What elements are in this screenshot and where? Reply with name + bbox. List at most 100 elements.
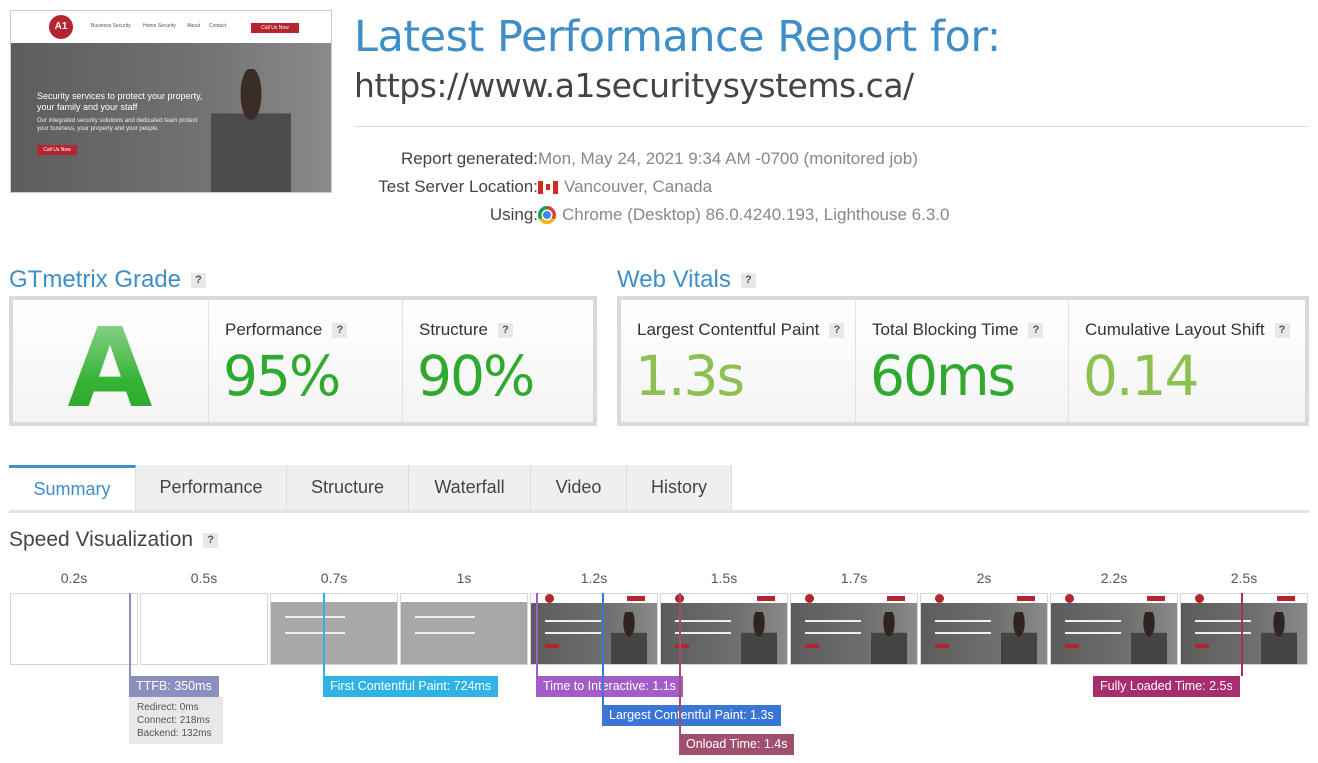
frame-cta <box>887 596 905 601</box>
filmstrip-frame[interactable] <box>530 593 658 665</box>
structure-label: Structure <box>419 320 488 339</box>
frame-text <box>285 616 345 634</box>
frame-nav <box>401 594 527 602</box>
help-icon[interactable]: ? <box>740 272 756 288</box>
tbt-value: 60ms <box>870 344 1016 408</box>
grade-letter: A <box>13 304 207 432</box>
test-location-label: Test Server Location: <box>378 177 538 196</box>
help-icon[interactable]: ? <box>1274 322 1290 338</box>
tbt-label-wrap: Total Blocking Time ? <box>872 320 1044 340</box>
lcp-cell: Largest Contentful Paint ? 1.3s <box>621 300 856 422</box>
help-icon[interactable]: ? <box>191 272 207 288</box>
frame-logo <box>805 594 814 603</box>
tab-performance[interactable]: Performance <box>136 465 287 510</box>
frame-cta <box>1147 596 1165 601</box>
grade-cell: A <box>13 300 209 432</box>
frame-text <box>545 620 601 634</box>
lcp-marker-label: Largest Contentful Paint: 1.3s <box>602 705 781 726</box>
tab-history[interactable]: History <box>627 465 732 510</box>
timeline-tick-label: 2.5s <box>1230 570 1258 586</box>
frame-button <box>675 644 689 648</box>
timeline-tick-label: 2s <box>976 570 992 586</box>
thumbnail-headline: Security services to protect your proper… <box>37 91 203 112</box>
cls-value: 0.14 <box>1083 344 1199 408</box>
tab-summary[interactable]: Summary <box>9 465 136 510</box>
frame-person <box>1131 612 1167 664</box>
fully-loaded-marker-label: Fully Loaded Time: 2.5s <box>1093 676 1240 697</box>
tab-waterfall[interactable]: Waterfall <box>409 465 531 510</box>
report-generated-label: Report generated: <box>400 149 538 168</box>
thumbnail-nav-item: About <box>187 23 201 29</box>
test-location-value-wrap: Vancouver, Canada <box>538 177 712 197</box>
frame-person <box>741 612 777 664</box>
help-icon[interactable]: ? <box>203 532 219 548</box>
frame-text <box>805 620 861 634</box>
filmstrip-frame[interactable] <box>10 593 138 665</box>
tab-structure[interactable]: Structure <box>287 465 409 510</box>
tbt-label: Total Blocking Time <box>872 320 1019 339</box>
performance-score: 95% <box>223 344 341 408</box>
filmstrip-frame[interactable] <box>140 593 268 665</box>
frame-text <box>415 616 475 634</box>
web-vitals-title: Web Vitals <box>617 266 731 293</box>
filmstrip-frame[interactable] <box>1180 593 1308 665</box>
gtmetrix-grade-title: GTmetrix Grade <box>9 266 182 293</box>
structure-label-wrap: Structure ? <box>419 320 513 340</box>
frame-button <box>1065 644 1079 648</box>
gtmetrix-grade-panel: A Performance ? 95% Structure ? 90% <box>9 296 597 432</box>
test-location-value: Vancouver, Canada <box>564 177 713 196</box>
thumbnail-button: Call Us Now <box>37 145 77 155</box>
onload-marker-label: Onload Time: 1.4s <box>679 734 795 755</box>
speed-visualization-heading: Speed Visualization ? <box>9 528 219 552</box>
filmstrip-frame[interactable] <box>270 593 398 665</box>
frame-logo <box>545 594 554 603</box>
timeline-tick-label: 0.7s <box>320 570 348 586</box>
lcp-marker-line <box>602 593 604 705</box>
filmstrip-frame[interactable] <box>920 593 1048 665</box>
using-value: Chrome (Desktop) 86.0.4240.193, Lighthou… <box>562 205 950 224</box>
cls-label-wrap: Cumulative Layout Shift ? <box>1085 320 1290 340</box>
structure-cell: Structure ? 90% <box>403 300 593 422</box>
timeline-tick-label: 1s <box>456 570 472 586</box>
fully-loaded-marker-line <box>1241 593 1243 676</box>
cls-cell: Cumulative Layout Shift ? 0.14 <box>1069 300 1305 422</box>
frame-person <box>1261 612 1297 664</box>
tti-marker-label: Time to Interactive: 1.1s <box>536 676 683 697</box>
test-location-row: Test Server Location: <box>354 177 538 199</box>
lcp-label-wrap: Largest Contentful Paint ? <box>637 320 845 340</box>
report-generated-row: Report generated: <box>354 149 538 171</box>
frame-cta <box>627 596 645 601</box>
filmstrip-frame[interactable] <box>1050 593 1178 665</box>
ttfb-marker-label: TTFB: 350ms <box>129 676 219 697</box>
help-icon[interactable]: ? <box>829 322 845 338</box>
tab-video[interactable]: Video <box>531 465 627 510</box>
thumbnail-subtext: Our integrated security solutions and de… <box>37 118 198 132</box>
structure-score: 90% <box>417 344 535 408</box>
frame-logo <box>935 594 944 603</box>
using-value-wrap: Chrome (Desktop) 86.0.4240.193, Lighthou… <box>538 205 949 225</box>
using-label: Using: <box>489 205 538 224</box>
thumbnail-cta: Call Us Now <box>251 23 299 33</box>
tti-marker-line <box>536 593 538 676</box>
frame-button <box>935 644 949 648</box>
help-icon[interactable]: ? <box>332 322 348 338</box>
help-icon[interactable]: ? <box>497 322 513 338</box>
timeline-tick-label: 2.2s <box>1100 570 1128 586</box>
frame-text <box>1065 620 1121 634</box>
ttfb-breakdown: Redirect: 0ms Connect: 218ms Backend: 13… <box>129 697 223 744</box>
lcp-value: 1.3s <box>635 344 745 408</box>
filmstrip-frame[interactable] <box>790 593 918 665</box>
frame-person <box>871 612 907 664</box>
tbt-cell: Total Blocking Time ? 60ms <box>856 300 1069 422</box>
frame-button <box>805 644 819 648</box>
ttfb-connect: Connect: 218ms <box>137 715 210 726</box>
speed-visualization-title: Speed Visualization <box>9 528 194 551</box>
fcp-marker-label: First Contentful Paint: 724ms <box>323 676 499 697</box>
performance-label: Performance <box>225 320 323 339</box>
help-icon[interactable]: ? <box>1028 322 1044 338</box>
performance-label-wrap: Performance ? <box>225 320 348 340</box>
filmstrip-frame[interactable] <box>400 593 528 665</box>
cls-label: Cumulative Layout Shift <box>1085 320 1265 339</box>
frame-button <box>1195 644 1209 648</box>
frame-text <box>935 620 991 634</box>
